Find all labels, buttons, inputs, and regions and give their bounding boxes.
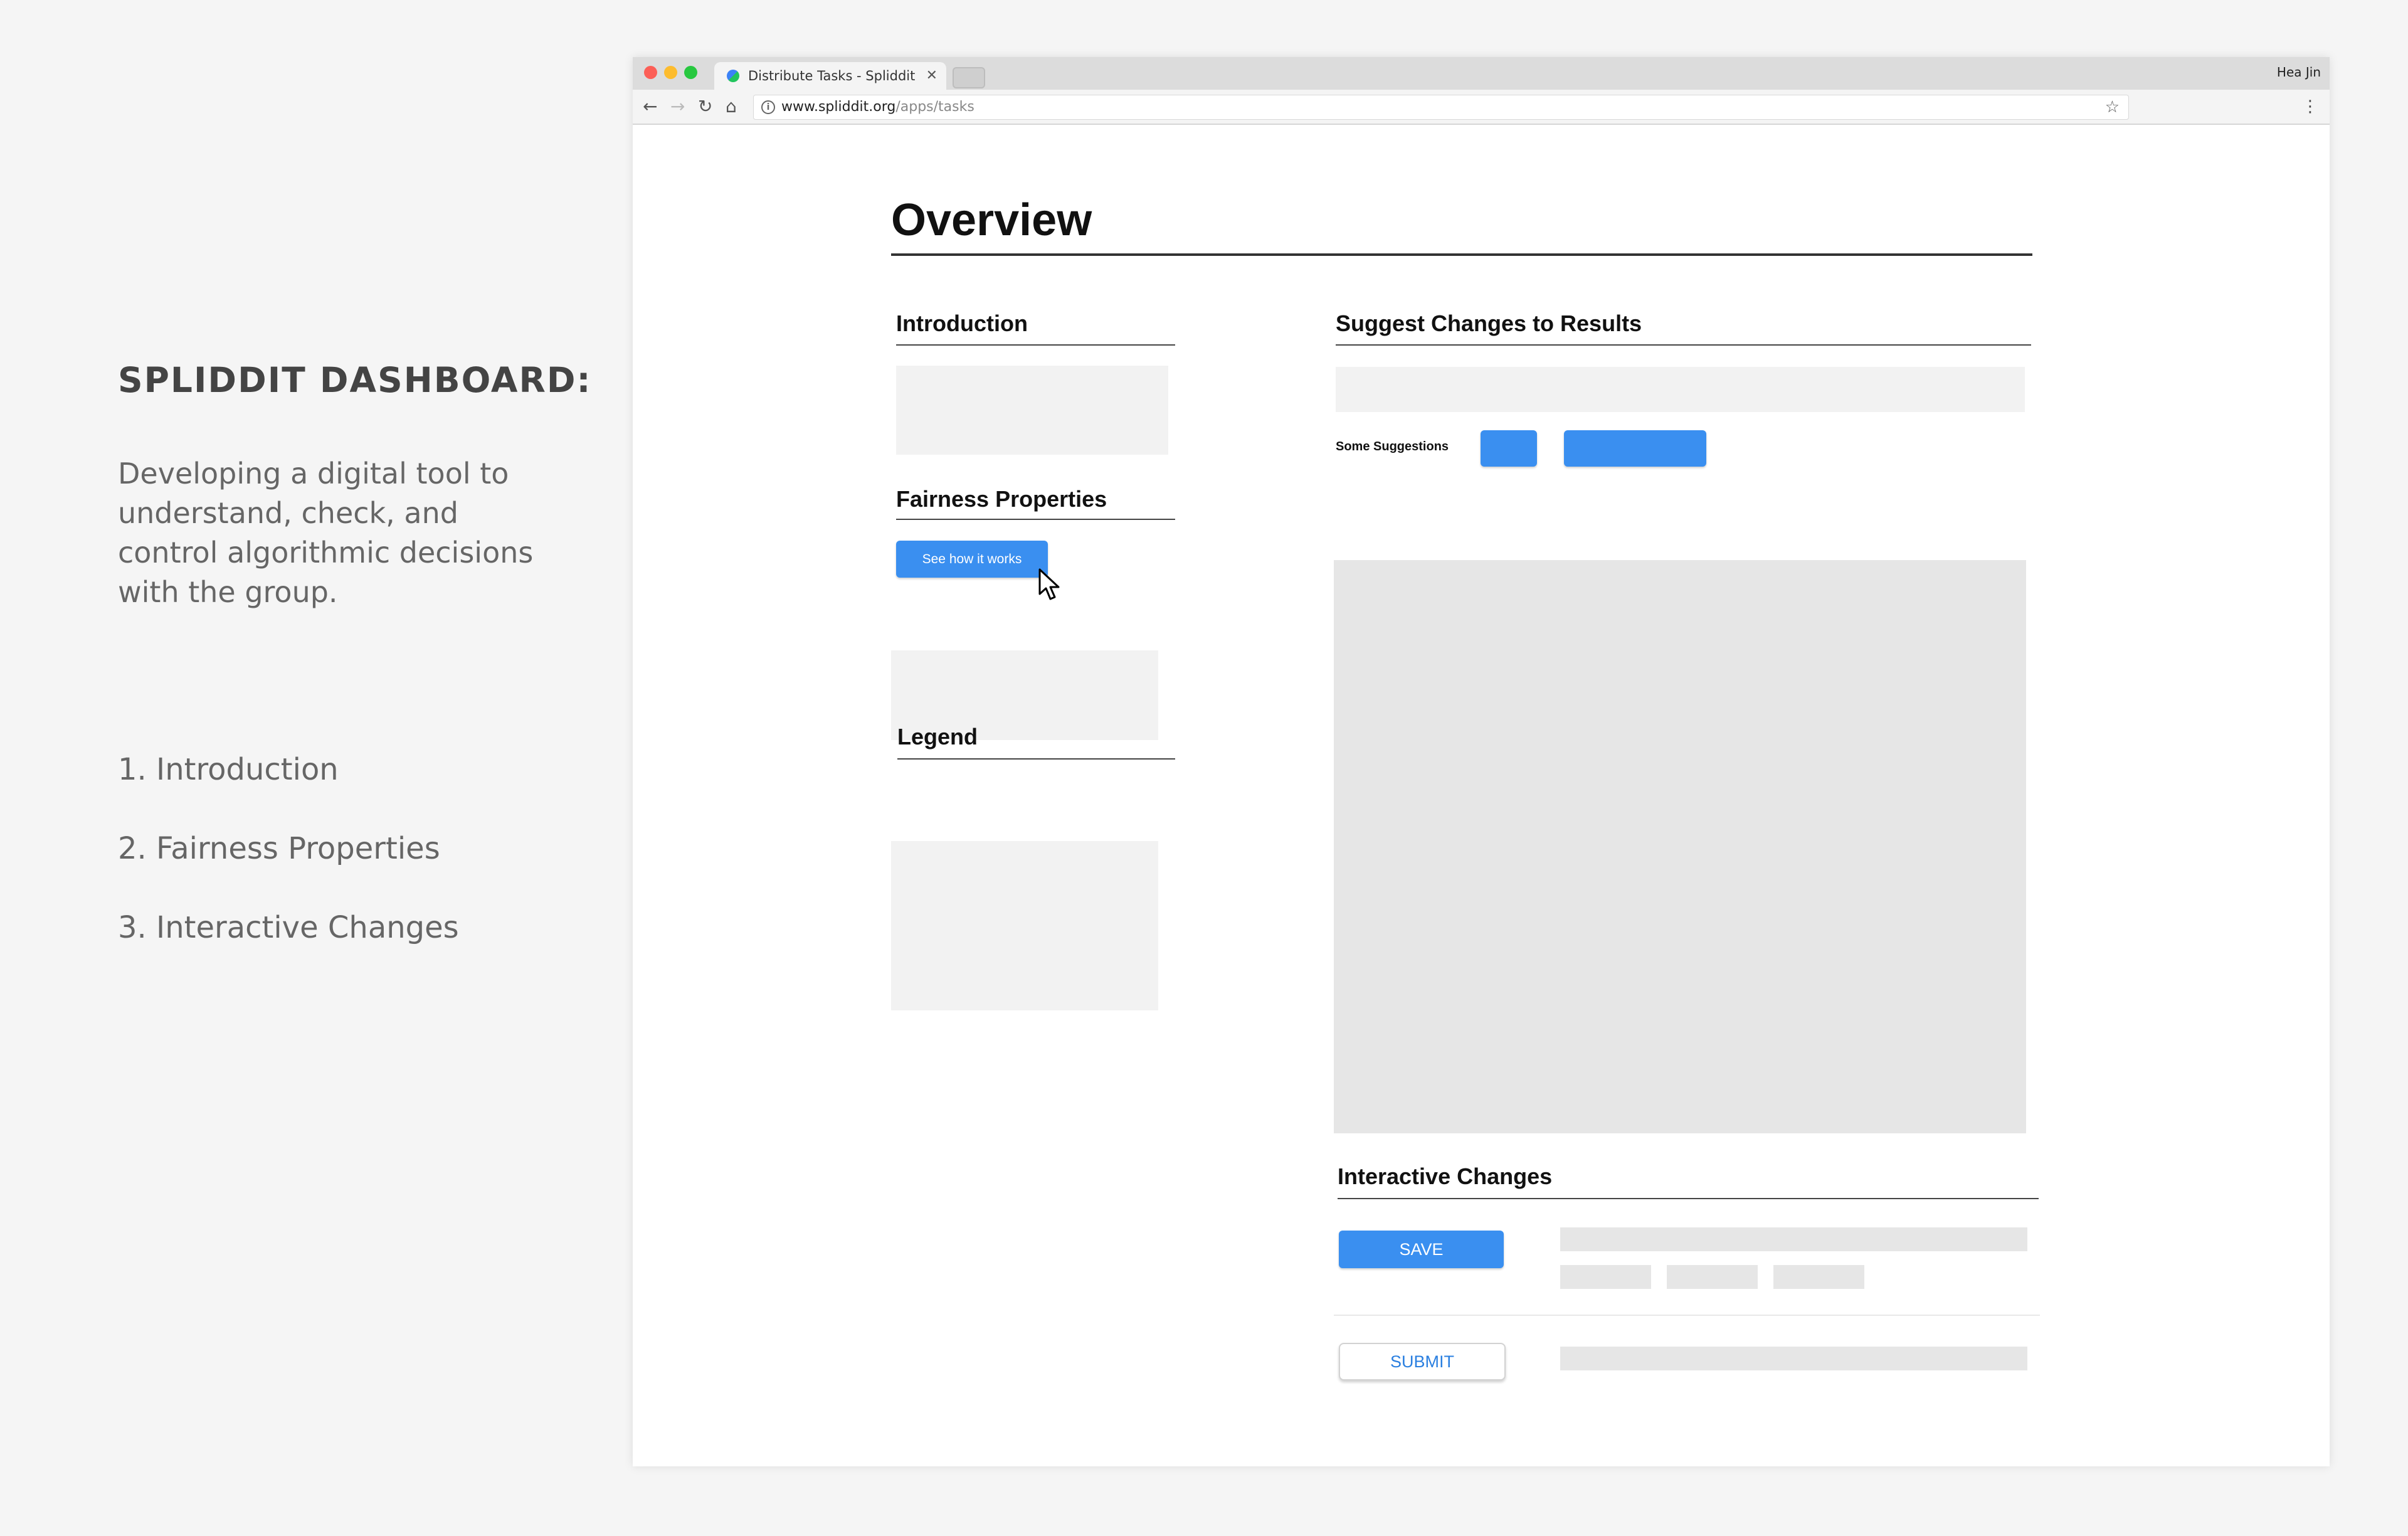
address-bar[interactable]: i www.spliddit.org/apps/tasks ☆ [753, 95, 2129, 120]
legend-heading: Legend [897, 724, 978, 749]
save-status-placeholder [1560, 1227, 2027, 1251]
legend-placeholder [891, 841, 1158, 1010]
browser-window: Distribute Tasks - Spliddit ✕ Hea Jin ← … [633, 57, 2330, 1466]
new-tab-button[interactable] [953, 67, 985, 88]
save-option-placeholder-2 [1667, 1265, 1758, 1289]
legend-divider [897, 758, 1175, 760]
browser-menu-icon[interactable]: ⋮ [2302, 96, 2318, 117]
see-how-it-works-label: See how it works [922, 552, 1022, 566]
url-domain: www.spliddit.org [781, 99, 896, 115]
save-option-placeholder-3 [1773, 1265, 1864, 1289]
profile-name[interactable]: Hea Jin [2277, 65, 2321, 80]
url-path: /apps/tasks [895, 99, 974, 115]
close-window-button[interactable] [644, 66, 657, 79]
some-suggestions-label: Some Suggestions [1336, 440, 1449, 453]
suggest-input-placeholder[interactable] [1336, 367, 2025, 412]
results-area-placeholder [1334, 560, 2026, 1133]
introduction-divider [896, 344, 1175, 346]
suggestion-chip-large[interactable] [1564, 430, 1706, 467]
home-icon[interactable]: ⌂ [726, 96, 737, 117]
back-arrow-icon[interactable]: ← [643, 96, 657, 117]
title-divider [891, 253, 2032, 256]
forward-arrow-icon[interactable]: → [670, 96, 685, 117]
title-bar: Distribute Tasks - Spliddit ✕ Hea Jin [633, 57, 2330, 90]
fairness-divider [896, 519, 1175, 520]
save-option-placeholder-1 [1560, 1265, 1651, 1289]
spliddit-favicon-icon [727, 70, 739, 82]
save-button-label: SAVE [1399, 1240, 1444, 1259]
dashboard-description: Developing a digital tool to understand,… [118, 457, 534, 609]
bookmark-star-icon[interactable]: ☆ [2105, 95, 2120, 119]
suggest-heading: Suggest Changes to Results [1336, 310, 1642, 336]
site-info-icon[interactable]: i [761, 100, 775, 114]
browser-tab[interactable]: Distribute Tasks - Spliddit ✕ [714, 62, 946, 90]
fairness-heading: Fairness Properties [896, 486, 1107, 512]
browser-toolbar: ← → ↻ ⌂ i www.spliddit.org/apps/tasks ☆ … [633, 90, 2330, 125]
section-list-item-introduction: 1. Introduction [118, 752, 339, 787]
maximize-window-button[interactable] [684, 66, 697, 79]
introduction-heading: Introduction [896, 310, 1028, 336]
introduction-placeholder [896, 366, 1168, 455]
section-list-item-interactive: 3. Interactive Changes [118, 910, 459, 945]
tab-title: Distribute Tasks - Spliddit [748, 68, 916, 83]
section-list: 1. Introduction 2. Fairness Properties 3… [118, 746, 459, 983]
tab-close-icon[interactable]: ✕ [926, 62, 937, 90]
minimize-window-button[interactable] [664, 66, 677, 79]
reload-icon[interactable]: ↻ [698, 96, 712, 117]
page-content: Overview Introduction Fairness Propertie… [633, 125, 2330, 1466]
save-button[interactable]: SAVE [1339, 1231, 1504, 1268]
dashboard-title: SPLIDDIT DASHBOARD: [118, 360, 592, 400]
submit-status-placeholder [1560, 1347, 2027, 1370]
interactive-heading: Interactive Changes [1338, 1163, 1553, 1189]
page-title: Overview [891, 195, 1092, 245]
mouse-cursor-icon [1038, 568, 1060, 600]
submit-button[interactable]: SUBMIT [1339, 1343, 1506, 1380]
suggest-divider [1336, 344, 2031, 346]
url-text: www.spliddit.org/apps/tasks [781, 95, 974, 119]
section-separator [1334, 1315, 2040, 1316]
see-how-it-works-button[interactable]: See how it works [896, 541, 1048, 578]
interactive-divider [1338, 1198, 2039, 1199]
section-list-item-fairness: 2. Fairness Properties [118, 831, 440, 866]
suggestion-chip-small[interactable] [1481, 430, 1537, 467]
